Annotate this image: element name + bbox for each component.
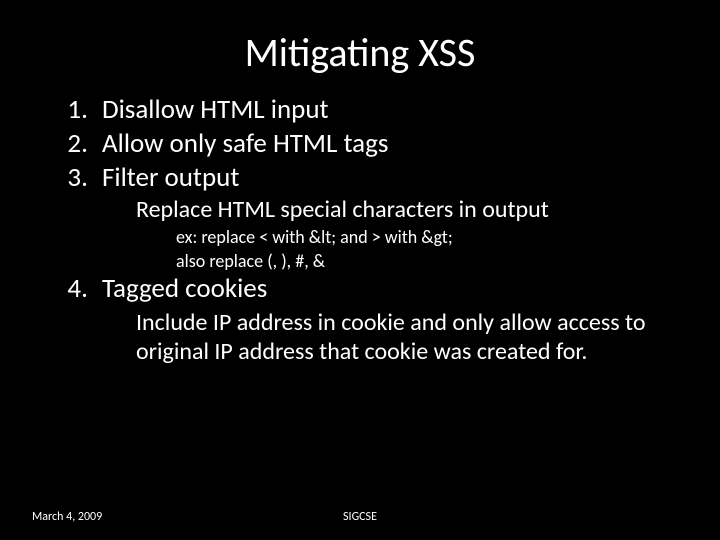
item-text: Allow only safe HTML tags	[102, 127, 388, 160]
subitem-level1: Include IP address in cookie and only al…	[136, 308, 680, 367]
slide-title: Mitigating XSS	[0, 0, 720, 93]
subitem-level2: also replace (, ), #, &	[176, 251, 680, 273]
list-item: Disallow HTML input	[94, 93, 680, 127]
footer-venue: SIGCSE	[0, 510, 720, 524]
item-text: Filter output	[102, 161, 239, 194]
item-text: Disallow HTML input	[102, 93, 329, 126]
item-text: Tagged cookies	[102, 272, 267, 305]
slide-body: Disallow HTML input Allow only safe HTML…	[0, 93, 720, 367]
list-item: Tagged cookies Include IP address in coo…	[94, 272, 680, 366]
subitem-level1: Replace HTML special characters in outpu…	[136, 196, 680, 225]
list-item: Allow only safe HTML tags	[94, 127, 680, 161]
numbered-list: Disallow HTML input Allow only safe HTML…	[40, 93, 680, 367]
slide: Mitigating XSS Disallow HTML input Allow…	[0, 0, 720, 540]
list-item: Filter output Replace HTML special chara…	[94, 161, 680, 273]
subitem-level2: ex: replace < with &lt; and > with &gt;	[176, 227, 680, 249]
